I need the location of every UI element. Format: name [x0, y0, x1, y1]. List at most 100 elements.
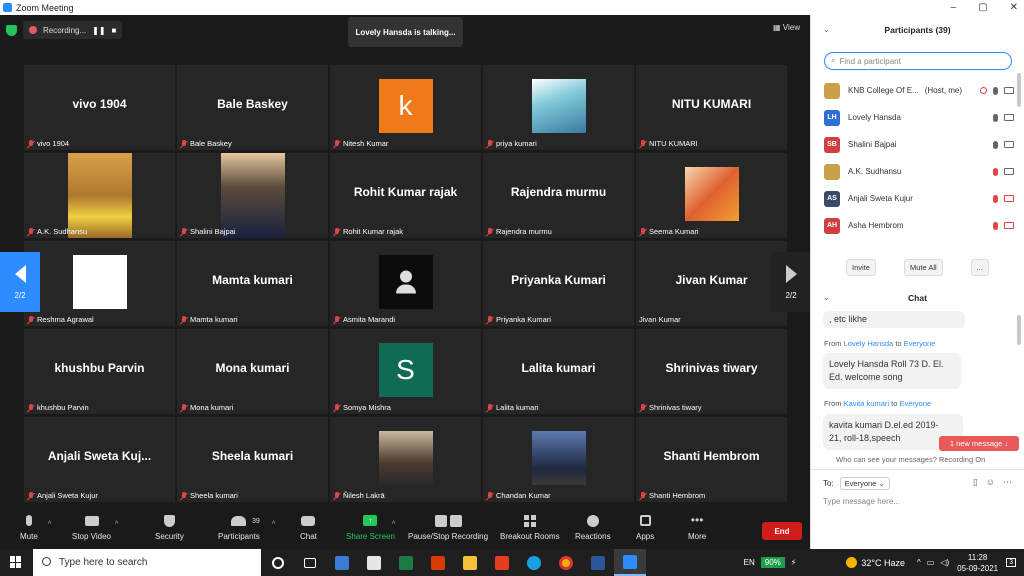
volume-icon[interactable]: ◁): [940, 558, 949, 567]
participant-video-tile[interactable]: Ñilesh Lakrā: [330, 417, 481, 502]
pause-stop-recording-button[interactable]: Pause/Stop Recording: [408, 515, 488, 541]
language-indicator[interactable]: EN: [744, 558, 755, 567]
participant-row[interactable]: LH Lovely Hansda: [824, 104, 1014, 131]
video-options-caret[interactable]: ^: [115, 521, 118, 528]
store-app-icon[interactable]: [358, 549, 390, 576]
participant-video-tile[interactable]: Sheela kumari Sheela kumari: [177, 417, 328, 502]
security-button[interactable]: Security: [155, 515, 184, 541]
participant-video-tile[interactable]: A.K. Sudhansu: [24, 153, 175, 238]
close-button[interactable]: ✕: [1010, 2, 1018, 13]
battery-indicator[interactable]: 90%: [760, 557, 785, 568]
chrome-browser-icon[interactable]: [550, 549, 582, 576]
chat-button[interactable]: Chat: [300, 515, 317, 541]
emoji-icon[interactable]: ☺: [986, 477, 995, 488]
participant-video-tile[interactable]: Rohit Kumar rajak Rohit Kumar rajak: [330, 153, 481, 238]
participant-video-tile[interactable]: vivo 1904 vivo 1904: [24, 65, 175, 150]
participant-video-tile[interactable]: NITU KUMARI NITU KUMARI: [636, 65, 787, 150]
participant-video-tile[interactable]: Bale Baskey Bale Baskey: [177, 65, 328, 150]
apps-button[interactable]: Apps: [636, 515, 654, 541]
reactions-button[interactable]: Reactions: [575, 515, 611, 541]
participant-video-tile[interactable]: priya kumari: [483, 65, 634, 150]
participant-video-tile[interactable]: Mamta kumari Mamta kumari: [177, 241, 328, 326]
network-icon[interactable]: ▭: [927, 558, 935, 567]
chat-more-icon[interactable]: ⋯: [1003, 477, 1012, 488]
maximize-button[interactable]: ▢: [978, 2, 987, 13]
task-view-icon[interactable]: [294, 549, 326, 576]
share-options-caret[interactable]: ^: [392, 521, 395, 528]
minimize-button[interactable]: –: [951, 2, 957, 13]
view-button[interactable]: ▦ View: [773, 23, 800, 32]
microphone-icon[interactable]: [993, 140, 998, 149]
participant-video-tile[interactable]: Seema Kumari: [636, 153, 787, 238]
sender-name[interactable]: Kavita kumari: [844, 399, 889, 408]
muted-microphone-icon[interactable]: [993, 221, 998, 230]
video-camera-icon[interactable]: [1004, 141, 1014, 148]
pause-recording-icon[interactable]: ❚❚: [92, 26, 105, 35]
video-camera-icon[interactable]: [1004, 114, 1014, 121]
breakout-rooms-button[interactable]: Breakout Rooms: [500, 515, 560, 541]
office-app-icon[interactable]: [486, 549, 518, 576]
participant-video-tile[interactable]: Shanti Hembrom Shanti Hembrom: [636, 417, 787, 502]
participant-video-tile[interactable]: Chandan Kumar: [483, 417, 634, 502]
participant-video-tile[interactable]: Asmita Marandi: [330, 241, 481, 326]
microphone-icon[interactable]: [993, 113, 998, 122]
cortana-icon[interactable]: [262, 549, 294, 576]
video-camera-icon[interactable]: [1004, 87, 1014, 94]
recipient-dropdown[interactable]: Everyone ⌄: [839, 477, 890, 490]
participant-video-tile[interactable]: Rajendra murmu Rajendra murmu: [483, 153, 634, 238]
participants-scrollbar[interactable]: [1017, 73, 1021, 107]
mute-button[interactable]: Mute: [20, 515, 38, 541]
mute-all-button[interactable]: Mute All: [903, 259, 943, 276]
windows-start-icon[interactable]: [10, 556, 22, 568]
sender-name[interactable]: Lovely Hansda: [844, 339, 894, 348]
next-page-button[interactable]: 2/2: [771, 252, 811, 312]
chat-input[interactable]: Type message here...: [823, 497, 900, 506]
participant-row[interactable]: AH Asha Hembrom: [824, 212, 1014, 239]
find-participant-input[interactable]: ⌕ Find a participant: [824, 52, 1012, 70]
chat-scrollbar[interactable]: [1017, 315, 1021, 345]
video-off-icon[interactable]: [1004, 195, 1014, 202]
photos-app-icon[interactable]: [326, 549, 358, 576]
taskbar-clock[interactable]: 11:28 05-09-2021: [957, 552, 998, 574]
participant-video-tile[interactable]: S Somya Mishra: [330, 329, 481, 414]
taskbar-search-input[interactable]: Type here to search: [33, 549, 261, 576]
participant-video-tile[interactable]: k Nitesh Kumar: [330, 65, 481, 150]
new-message-button[interactable]: 1 new message ↓: [939, 436, 1019, 451]
participant-video-tile[interactable]: Reshma Agrawal: [24, 241, 175, 326]
participants-more-button[interactable]: ...: [970, 259, 989, 276]
invite-button[interactable]: Invite: [846, 259, 876, 276]
participant-row[interactable]: A.K. Sudhansu: [824, 158, 1014, 185]
stop-video-button[interactable]: Stop Video: [72, 515, 111, 541]
video-camera-icon[interactable]: [1004, 168, 1014, 175]
weather-widget[interactable]: 32°C Haze: [846, 557, 905, 568]
microphone-icon[interactable]: [993, 86, 998, 95]
participant-video-tile[interactable]: khushbu Parvin khushbu Parvin: [24, 329, 175, 414]
share-screen-button[interactable]: ↑ Share Screen: [346, 515, 395, 541]
who-can-see-link[interactable]: Who can see your messages? Recording On: [836, 455, 985, 464]
notification-center-icon[interactable]: 3: [1006, 558, 1016, 567]
edge-browser-icon[interactable]: [518, 549, 550, 576]
participant-row[interactable]: KNB College Of E... (Host, me): [824, 77, 1014, 104]
participant-video-tile[interactable]: Anjali Sweta Kuj... Anjali Sweta Kujur: [24, 417, 175, 502]
participant-video-tile[interactable]: Lalita kumari Lalita kumari: [483, 329, 634, 414]
participant-video-tile[interactable]: Mona kumari Mona kumari: [177, 329, 328, 414]
participant-row[interactable]: SB Shalini Bajpai: [824, 131, 1014, 158]
file-explorer-icon[interactable]: [454, 549, 486, 576]
participant-video-tile[interactable]: Priyanka Kumari Priyanka Kumari: [483, 241, 634, 326]
participant-video-tile[interactable]: Shalini Bajpai: [177, 153, 328, 238]
more-button[interactable]: ••• More: [688, 514, 706, 541]
participants-options-caret[interactable]: ^: [272, 521, 275, 528]
muted-microphone-icon[interactable]: [993, 167, 998, 176]
end-meeting-button[interactable]: End: [762, 522, 802, 540]
pdf-app-icon[interactable]: [422, 549, 454, 576]
excel-app-icon[interactable]: [390, 549, 422, 576]
participant-row[interactable]: AS Anjali Sweta Kujur: [824, 185, 1014, 212]
zoom-taskbar-icon[interactable]: [614, 549, 646, 576]
shield-icon[interactable]: [6, 24, 17, 36]
participant-video-tile[interactable]: Jivan Kumar Jivan Kumar: [636, 241, 787, 326]
muted-microphone-icon[interactable]: [993, 194, 998, 203]
file-icon[interactable]: ▯: [973, 477, 978, 488]
audio-options-caret[interactable]: ^: [48, 521, 51, 528]
stop-recording-icon[interactable]: ■: [112, 26, 117, 35]
previous-page-button[interactable]: 2/2: [0, 252, 40, 312]
